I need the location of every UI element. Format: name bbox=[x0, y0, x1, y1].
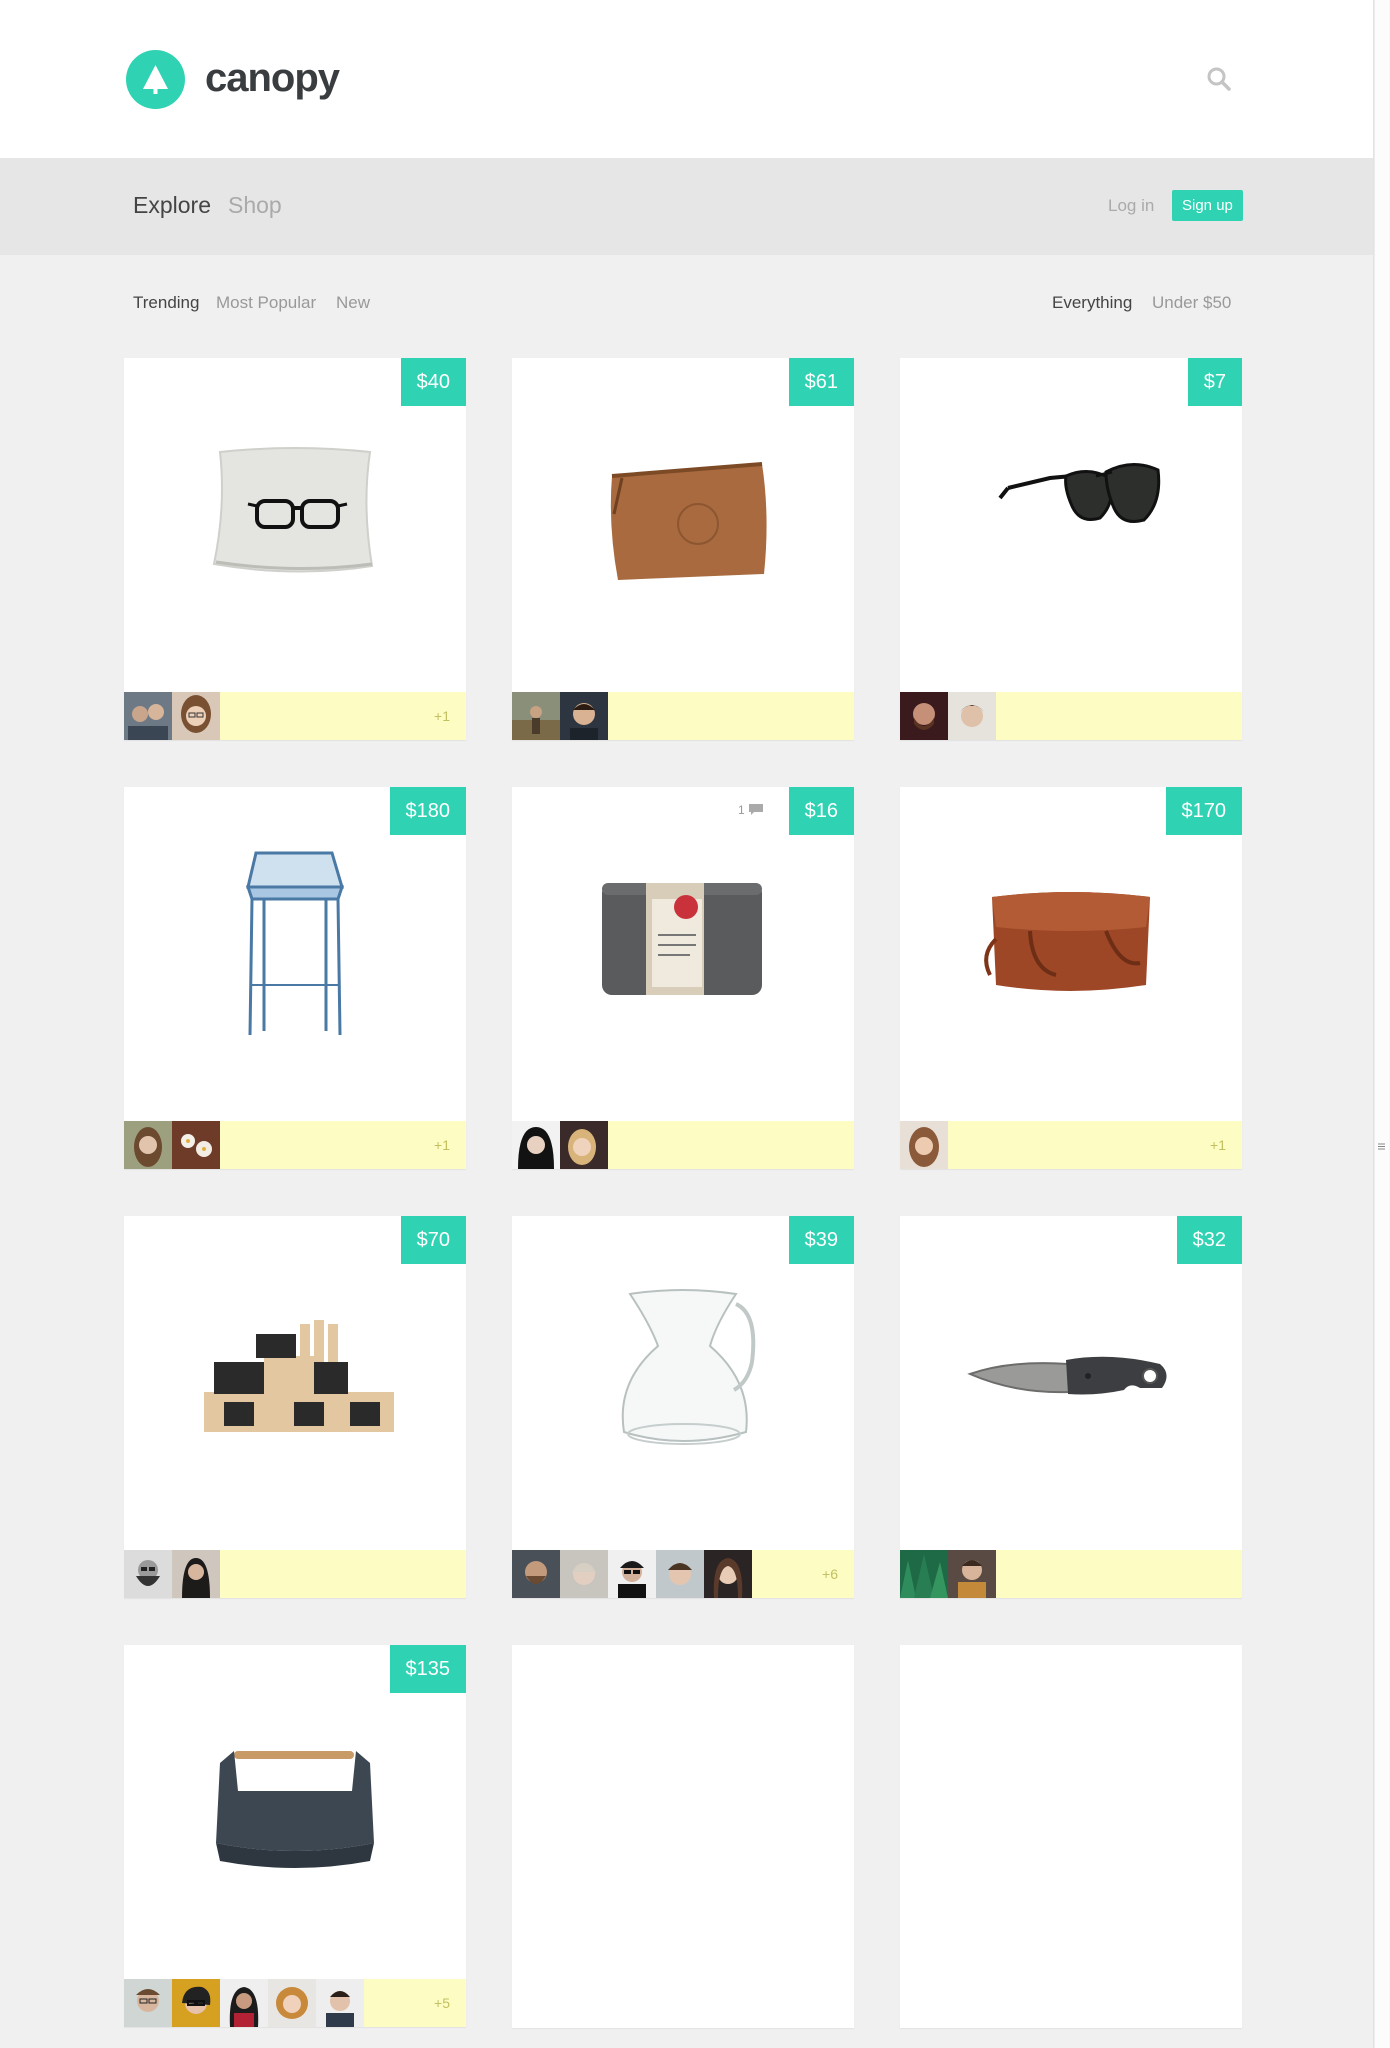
leather-pouch-image[interactable] bbox=[512, 406, 854, 692]
signup-button[interactable]: Sign up bbox=[1172, 190, 1243, 221]
user-avatar[interactable] bbox=[512, 692, 560, 740]
filter-new[interactable]: New bbox=[336, 293, 370, 313]
more-savers-count[interactable]: +1 bbox=[1210, 1121, 1226, 1169]
user-avatar[interactable] bbox=[220, 1979, 268, 2027]
aviator-sunglasses-image[interactable] bbox=[900, 406, 1242, 692]
price-tag: $16 bbox=[788, 787, 854, 835]
card-footer bbox=[512, 692, 854, 740]
product-card[interactable]: $7 bbox=[900, 358, 1242, 740]
price-tag: $70 bbox=[400, 1216, 466, 1264]
product-card-placeholder bbox=[512, 1645, 854, 2028]
comment-count-value: 1 bbox=[737, 803, 745, 817]
folding-knife-image[interactable] bbox=[900, 1264, 1242, 1550]
logo-icon[interactable] bbox=[126, 50, 185, 109]
user-avatar[interactable] bbox=[124, 692, 172, 740]
comment-count[interactable]: 1 bbox=[738, 803, 764, 817]
main-nav: Explore Shop Log in Sign up bbox=[0, 158, 1373, 255]
card-footer: +6 bbox=[512, 1550, 854, 1598]
user-avatar[interactable] bbox=[900, 1550, 948, 1598]
user-avatar[interactable] bbox=[656, 1550, 704, 1598]
card-footer: +1 bbox=[900, 1121, 1242, 1169]
user-avatar[interactable] bbox=[608, 1550, 656, 1598]
user-avatar[interactable] bbox=[172, 1121, 220, 1169]
price-tag: $180 bbox=[389, 787, 466, 835]
filter-most-popular[interactable]: Most Popular bbox=[216, 293, 316, 313]
user-avatar[interactable] bbox=[316, 1979, 364, 2027]
login-link[interactable]: Log in bbox=[1108, 195, 1154, 217]
site-header: canopy bbox=[0, 0, 1373, 158]
more-savers-count[interactable]: +6 bbox=[822, 1550, 838, 1598]
user-avatar[interactable] bbox=[560, 1121, 608, 1169]
nav-explore[interactable]: Explore bbox=[133, 190, 211, 220]
glass-carafe-image[interactable] bbox=[512, 1264, 854, 1550]
tool-box-image[interactable] bbox=[124, 1693, 466, 1979]
page: canopy Explore Shop Log in Sign up Trend… bbox=[0, 0, 1373, 2048]
price-tag: $7 bbox=[1187, 358, 1242, 406]
product-card[interactable]: $180 +1 bbox=[124, 787, 466, 1169]
user-avatar[interactable] bbox=[704, 1550, 752, 1598]
user-avatar[interactable] bbox=[124, 1979, 172, 2027]
product-card[interactable]: $170 +1 bbox=[900, 787, 1242, 1169]
user-avatar[interactable] bbox=[560, 1550, 608, 1598]
user-avatar[interactable] bbox=[172, 1550, 220, 1598]
card-footer: +1 bbox=[124, 1121, 466, 1169]
user-avatar[interactable] bbox=[560, 692, 608, 740]
speech-bubble-icon bbox=[749, 804, 763, 815]
filter-bar: Trending Most Popular New Everything Und… bbox=[0, 286, 1373, 320]
product-card-placeholder bbox=[900, 1645, 1242, 2028]
more-savers-count[interactable]: +5 bbox=[434, 1979, 450, 2027]
more-savers-count[interactable]: +1 bbox=[434, 1121, 450, 1169]
price-tag: $61 bbox=[788, 358, 854, 406]
glasses-pillow-image[interactable] bbox=[124, 406, 466, 692]
card-footer bbox=[900, 1550, 1242, 1598]
user-avatar[interactable] bbox=[512, 1550, 560, 1598]
logo-wordmark[interactable]: canopy bbox=[205, 50, 340, 106]
user-avatar[interactable] bbox=[268, 1979, 316, 2027]
user-avatar[interactable] bbox=[900, 1121, 948, 1169]
wire-bar-stool-image[interactable] bbox=[124, 835, 466, 1121]
search-icon[interactable] bbox=[1206, 66, 1232, 92]
user-avatar[interactable] bbox=[512, 1121, 560, 1169]
price-tag: $39 bbox=[788, 1216, 854, 1264]
product-card[interactable]: $16 1 bbox=[512, 787, 854, 1169]
price-tag: $32 bbox=[1176, 1216, 1242, 1264]
user-avatar[interactable] bbox=[172, 1979, 220, 2027]
user-avatar[interactable] bbox=[124, 1121, 172, 1169]
card-footer: +5 bbox=[124, 1979, 466, 2027]
leather-tote-bag-image[interactable] bbox=[900, 835, 1242, 1121]
scrollbar-thumb[interactable] bbox=[1374, 0, 1389, 2048]
product-card[interactable]: $40 +1 bbox=[124, 358, 466, 740]
user-avatar[interactable] bbox=[948, 1550, 996, 1598]
filter-under-50[interactable]: Under $50 bbox=[1152, 293, 1231, 313]
filter-trending[interactable]: Trending bbox=[133, 293, 199, 313]
user-avatar[interactable] bbox=[172, 692, 220, 740]
scrollbar-grip-icon bbox=[1377, 1142, 1386, 1151]
product-card[interactable]: $70 bbox=[124, 1216, 466, 1598]
product-card[interactable]: $32 bbox=[900, 1216, 1242, 1598]
product-card[interactable]: $39 +6 bbox=[512, 1216, 854, 1598]
filter-everything[interactable]: Everything bbox=[1052, 293, 1132, 313]
user-avatar[interactable] bbox=[124, 1550, 172, 1598]
price-tag: $170 bbox=[1165, 787, 1242, 835]
nav-shop[interactable]: Shop bbox=[228, 190, 282, 220]
card-footer: +1 bbox=[124, 692, 466, 740]
yoga-block-image[interactable] bbox=[512, 835, 854, 1121]
user-avatar[interactable] bbox=[900, 692, 948, 740]
product-card[interactable]: $61 bbox=[512, 358, 854, 740]
more-savers-count[interactable]: +1 bbox=[434, 692, 450, 740]
card-footer bbox=[124, 1550, 466, 1598]
card-footer bbox=[512, 1121, 854, 1169]
price-tag: $40 bbox=[400, 358, 466, 406]
card-footer bbox=[900, 692, 1242, 740]
user-avatar[interactable] bbox=[948, 692, 996, 740]
product-card[interactable]: $135 +5 bbox=[124, 1645, 466, 2027]
alphabet-blocks-image[interactable] bbox=[124, 1264, 466, 1550]
price-tag: $135 bbox=[389, 1645, 466, 1693]
